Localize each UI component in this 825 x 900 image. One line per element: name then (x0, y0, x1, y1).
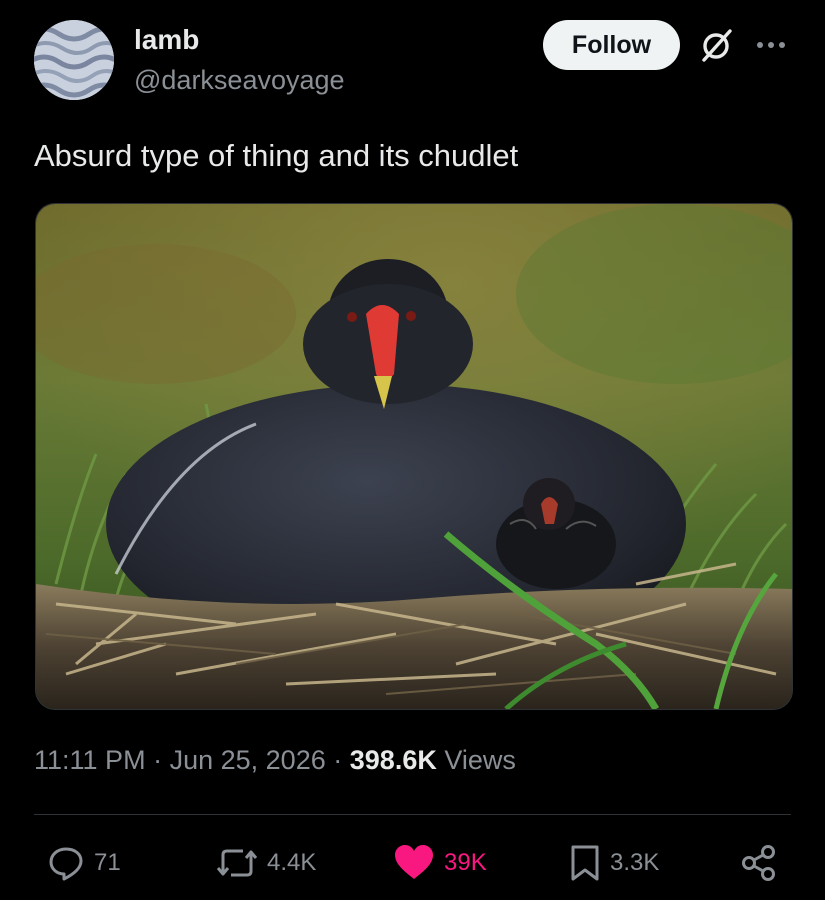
bookmark-button[interactable]: 3.3K (568, 843, 659, 883)
avatar[interactable] (34, 20, 114, 100)
tweet-timestamp-views: 11:11 PM · Jun 25, 2026 · 398.6K Views (34, 742, 516, 778)
author-handle[interactable]: @darkseavoyage (134, 64, 345, 96)
share-icon[interactable] (740, 843, 778, 883)
tweet-date[interactable]: Jun 25, 2026 (170, 745, 326, 775)
heart-icon (395, 845, 433, 879)
reply-icon (49, 847, 83, 881)
follow-button[interactable]: Follow (543, 20, 680, 70)
author-display-name[interactable]: lamb (134, 24, 199, 56)
repost-icon (216, 849, 258, 877)
like-count: 39K (444, 849, 487, 876)
more-horizontal-icon[interactable] (752, 30, 790, 60)
grok-icon[interactable] (697, 27, 735, 65)
repost-count: 4.4K (267, 849, 317, 876)
views-count: 398.6K (349, 745, 437, 775)
meta-separator: · (153, 745, 163, 775)
tweet-text: Absurd type of thing and its chudlet (34, 138, 519, 173)
views-label: Views (444, 745, 516, 775)
sand-dunes-avatar-icon (34, 20, 114, 100)
tweet-photo[interactable] (35, 203, 793, 710)
bookmark-count: 3.3K (610, 849, 660, 876)
tweet-time[interactable]: 11:11 PM (34, 745, 146, 775)
divider (34, 814, 791, 815)
meta-separator: · (333, 745, 343, 775)
reply-button[interactable]: 71 (46, 843, 121, 883)
repost-button[interactable]: 4.4K (215, 843, 316, 883)
reply-count: 71 (94, 849, 121, 876)
moorhen-photo-icon (36, 204, 792, 709)
bookmark-icon (571, 845, 599, 881)
like-button[interactable]: 39K (392, 843, 487, 883)
